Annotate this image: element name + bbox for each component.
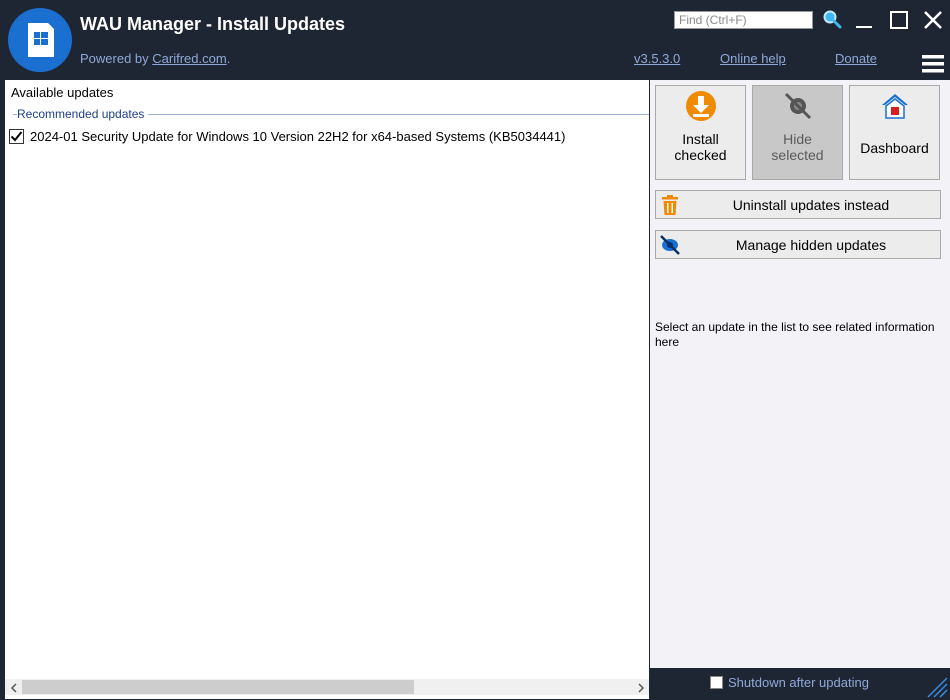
update-label: 2024-01 Security Update for Windows 10 V… (30, 128, 566, 144)
update-checkbox[interactable] (9, 128, 24, 144)
checkmark-icon (10, 130, 23, 141)
powered-by: Powered by Carifred.com. (80, 51, 230, 66)
install-label-2: checked (674, 147, 727, 163)
close-icon[interactable] (922, 9, 944, 34)
hide-label-2: selected (771, 147, 824, 163)
footer-bar: Shutdown after updating (650, 668, 950, 700)
shutdown-label[interactable]: Shutdown after updating (728, 675, 869, 690)
maximize-icon[interactable] (889, 10, 909, 33)
manage-hidden-updates-button[interactable]: Manage hidden updates (655, 230, 941, 259)
hide-label-1: Hide (783, 131, 812, 147)
search-icon[interactable] (822, 9, 842, 32)
uninstall-label: Uninstall updates instead (732, 197, 890, 213)
wau-logo-icon (8, 8, 72, 72)
updates-list-panel: Available updates Recommended updates 20… (5, 80, 649, 699)
install-checked-button[interactable]: Install checked (655, 85, 746, 180)
carifred-link[interactable]: Carifred.com (152, 51, 226, 66)
manage-hidden-label: Manage hidden updates (735, 237, 887, 253)
hamburger-menu-icon[interactable] (921, 53, 945, 78)
actions-panel: Install checked Hide selected Dashboard … (650, 80, 950, 668)
online-help-link[interactable]: Online help (720, 51, 786, 66)
update-info-text: Select an update in the list to see rela… (655, 320, 935, 349)
list-item[interactable]: 2024-01 Security Update for Windows 10 V… (9, 127, 565, 145)
scroll-left-icon[interactable] (9, 683, 19, 693)
install-label-1: Install (682, 131, 719, 147)
download-icon (686, 91, 716, 121)
app-title: WAU Manager - Install Updates (80, 14, 346, 34)
hide-eye-icon (784, 92, 812, 120)
scrollbar-thumb[interactable] (22, 680, 414, 694)
dashboard-label: Dashboard (860, 140, 929, 156)
resize-grip-icon[interactable] (924, 674, 948, 698)
minimize-icon[interactable] (854, 10, 874, 33)
horizontal-scrollbar[interactable] (5, 679, 649, 695)
title-bar: WAU Manager - Install Updates Powered by… (0, 0, 950, 80)
donate-link[interactable]: Donate (835, 51, 877, 66)
group-header-recommended: Recommended updates (17, 107, 149, 121)
scroll-right-icon[interactable] (636, 683, 646, 693)
powered-suffix: . (226, 51, 231, 66)
dashboard-button[interactable]: Dashboard (849, 85, 940, 180)
hide-selected-button[interactable]: Hide selected (752, 85, 843, 180)
available-updates-title: Available updates (11, 85, 114, 100)
powered-prefix: Powered by (80, 51, 153, 66)
version-link[interactable]: v3.5.3.0 (634, 51, 680, 66)
home-icon (882, 94, 908, 119)
shutdown-checkbox[interactable] (710, 676, 723, 689)
uninstall-updates-button[interactable]: Uninstall updates instead (655, 190, 941, 219)
search-input[interactable] (674, 11, 813, 29)
